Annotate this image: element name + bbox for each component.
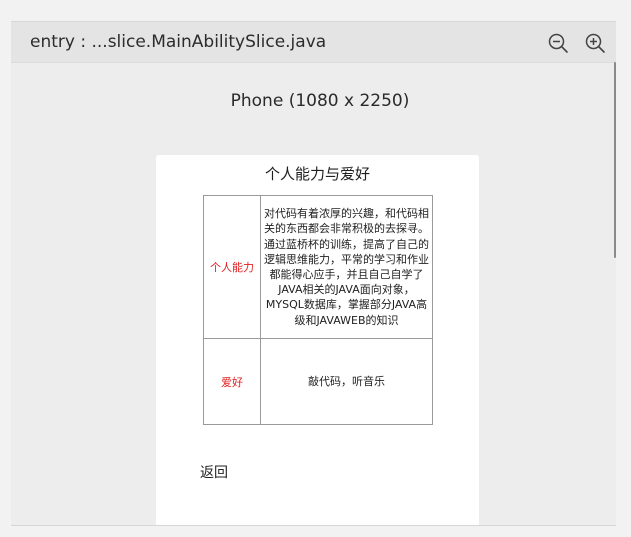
divider: [11, 525, 616, 526]
ability-value-cell: 对代码有着浓厚的兴趣，和代码相关的东西都会非常积极的去探寻。通过蓝桥杯的训练，提…: [260, 195, 433, 339]
zoom-in-icon[interactable]: [584, 32, 606, 54]
phone-screen: 个人能力与爱好 个人能力 对代码有着浓厚的兴趣，和代码相关的东西都会非常积极的去…: [156, 155, 479, 526]
info-table: 个人能力 对代码有着浓厚的兴趣，和代码相关的东西都会非常积极的去探寻。通过蓝桥杯…: [203, 195, 433, 425]
vertical-scrollbar[interactable]: [614, 62, 616, 258]
table-row: 爱好 敲代码，听音乐: [203, 338, 433, 425]
device-label: Phone (1080 x 2250): [230, 91, 410, 111]
hobby-value-cell: 敲代码，听音乐: [260, 338, 433, 425]
hobby-label-cell: 爱好: [203, 338, 261, 425]
ability-label-cell: 个人能力: [203, 195, 261, 339]
previewer-window: entry : ...slice.MainAbilitySlice.java P…: [11, 21, 616, 526]
zoom-out-icon[interactable]: [547, 32, 569, 54]
page-title: 个人能力与爱好: [264, 165, 370, 183]
back-button[interactable]: 返回: [200, 462, 228, 482]
previewer-titlebar: entry : ...slice.MainAbilitySlice.java: [11, 22, 616, 63]
table-row: 个人能力 对代码有着浓厚的兴趣，和代码相关的东西都会非常积极的去探寻。通过蓝桥杯…: [203, 195, 433, 339]
window-title: entry : ...slice.MainAbilitySlice.java: [30, 32, 327, 52]
